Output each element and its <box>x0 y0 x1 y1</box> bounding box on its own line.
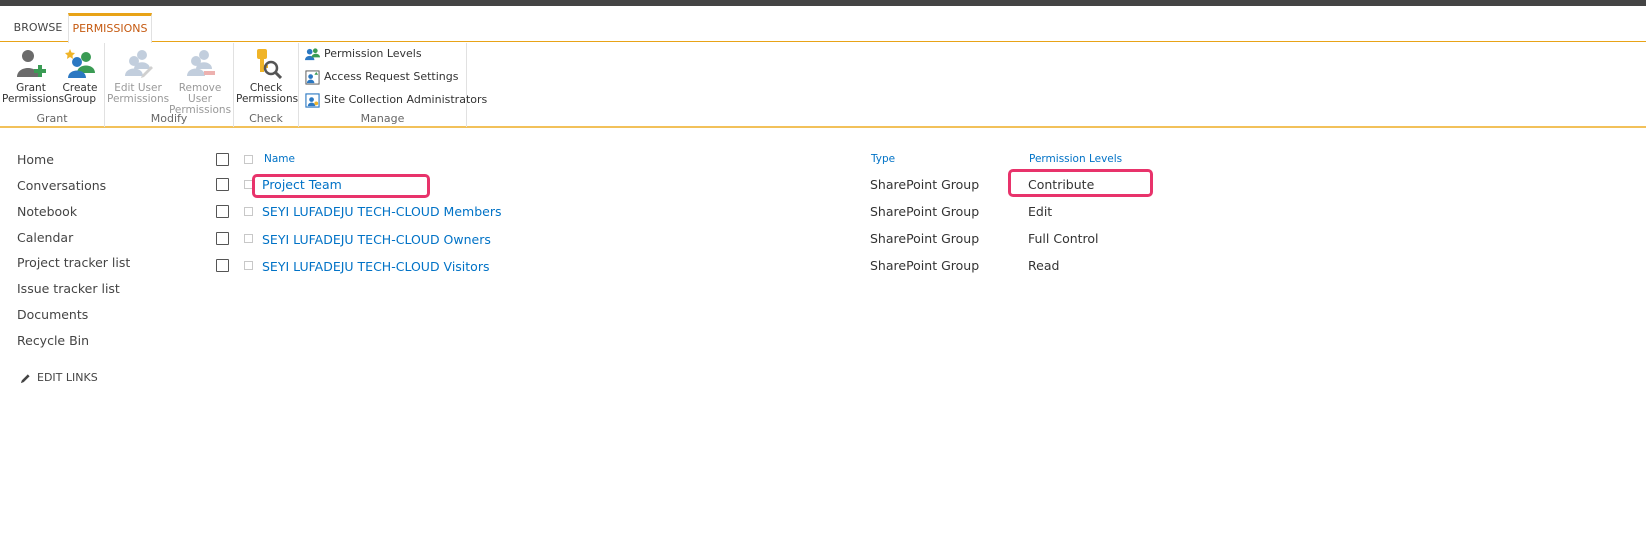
create-group-label-2: Group <box>64 93 96 105</box>
nav-item-documents[interactable]: Documents <box>17 307 88 322</box>
nav-item-project-tracker-list[interactable]: Project tracker list <box>17 255 130 270</box>
check-permissions-icon <box>257 49 282 79</box>
manage-group-label: Manage <box>360 112 405 125</box>
permission-levels-icon <box>305 47 320 60</box>
pencil-icon <box>20 373 30 383</box>
grant-permissions-label-2: Permissions <box>2 93 65 105</box>
row-checkbox[interactable] <box>216 178 229 191</box>
nav-item-notebook[interactable]: Notebook <box>17 204 77 219</box>
permission-levels-label: Permission Levels <box>324 47 422 60</box>
edit-user-permissions-icon <box>125 50 153 78</box>
row-checkbox[interactable] <box>216 232 229 245</box>
remove-user-permissions-label-1: Remove User <box>178 82 222 105</box>
edit-links-button[interactable]: EDIT LINKS <box>20 371 98 384</box>
ribbon-tabs: BROWSE PERMISSIONS <box>0 6 1646 43</box>
check-group-label: Check <box>249 112 283 125</box>
group-permission-level: Full Control <box>1028 231 1099 246</box>
create-group-icon <box>65 49 95 78</box>
row-checkbox[interactable] <box>216 205 229 218</box>
permission-levels-button[interactable]: Permission Levels <box>305 45 422 63</box>
group-permission-level: Edit <box>1028 204 1053 219</box>
grant-group-label: Grant <box>36 112 68 125</box>
ribbon-group-grant: Grant Permissions Create Group Grant <box>0 43 105 127</box>
group-link[interactable]: SEYI LUFADEJU TECH-CLOUD Visitors <box>262 259 489 274</box>
tab-permissions[interactable]: PERMISSIONS <box>68 13 152 43</box>
select-all-checkbox[interactable] <box>216 153 229 166</box>
access-request-settings-button[interactable]: Access Request Settings <box>305 68 458 86</box>
row-select-checkbox[interactable] <box>244 207 253 216</box>
column-header-permission-levels[interactable]: Permission Levels <box>1029 153 1122 165</box>
grant-permissions-icon <box>17 50 46 77</box>
highlight-box-contribute <box>1008 169 1153 197</box>
site-collection-administrators-label: Site Collection Administrators <box>324 93 488 106</box>
row-checkbox[interactable] <box>216 259 229 272</box>
nav-item-calendar[interactable]: Calendar <box>17 230 73 245</box>
group-type: SharePoint Group <box>870 204 980 219</box>
ribbon: Grant Permissions Create Group Grant Edi… <box>0 43 1646 128</box>
tab-browse[interactable]: BROWSE <box>8 13 68 42</box>
highlight-box-project-team <box>252 174 430 198</box>
nav-item-recycle-bin[interactable]: Recycle Bin <box>17 333 89 348</box>
create-group-button[interactable]: Create Group <box>60 47 100 105</box>
group-type: SharePoint Group <box>870 231 980 246</box>
ribbon-group-manage: Permission Levels Access Request Setting… <box>299 43 487 127</box>
group-link[interactable]: SEYI LUFADEJU TECH-CLOUD Members <box>262 204 501 219</box>
group-type: SharePoint Group <box>870 258 980 273</box>
access-request-settings-label: Access Request Settings <box>324 70 459 83</box>
nav-item-home[interactable]: Home <box>17 152 54 167</box>
column-header-name[interactable]: Name <box>264 153 295 165</box>
grant-permissions-button[interactable]: Grant Permissions <box>2 47 65 105</box>
modify-group-label: Modify <box>150 112 188 125</box>
header-select-checkbox[interactable] <box>244 155 253 164</box>
edit-user-permissions-button[interactable]: Edit User Permissions <box>107 47 169 105</box>
group-link[interactable]: SEYI LUFADEJU TECH-CLOUD Owners <box>262 232 491 247</box>
nav-item-conversations[interactable]: Conversations <box>17 178 106 193</box>
access-request-settings-icon <box>305 69 320 85</box>
remove-user-permissions-button[interactable]: Remove User Permissions <box>167 47 233 116</box>
column-header-type[interactable]: Type <box>871 153 895 165</box>
edit-user-permissions-label-2: Permissions <box>107 93 170 105</box>
row-select-checkbox[interactable] <box>244 234 253 243</box>
check-permissions-label-2: Permissions <box>236 93 299 105</box>
ribbon-group-modify: Edit User Permissions Remove User Permis… <box>105 43 234 127</box>
ribbon-group-check: Check Permissions Check <box>234 43 299 127</box>
site-collection-administrators-icon <box>305 92 320 108</box>
group-type: SharePoint Group <box>870 177 980 192</box>
group-permission-level: Read <box>1028 258 1060 273</box>
site-collection-administrators-button[interactable]: Site Collection Administrators <box>305 91 487 109</box>
remove-user-permissions-icon <box>187 50 215 76</box>
nav-item-issue-tracker-list[interactable]: Issue tracker list <box>17 281 120 296</box>
edit-links-label: EDIT LINKS <box>37 371 98 384</box>
row-select-checkbox[interactable] <box>244 261 253 270</box>
check-permissions-button[interactable]: Check Permissions <box>236 47 299 105</box>
